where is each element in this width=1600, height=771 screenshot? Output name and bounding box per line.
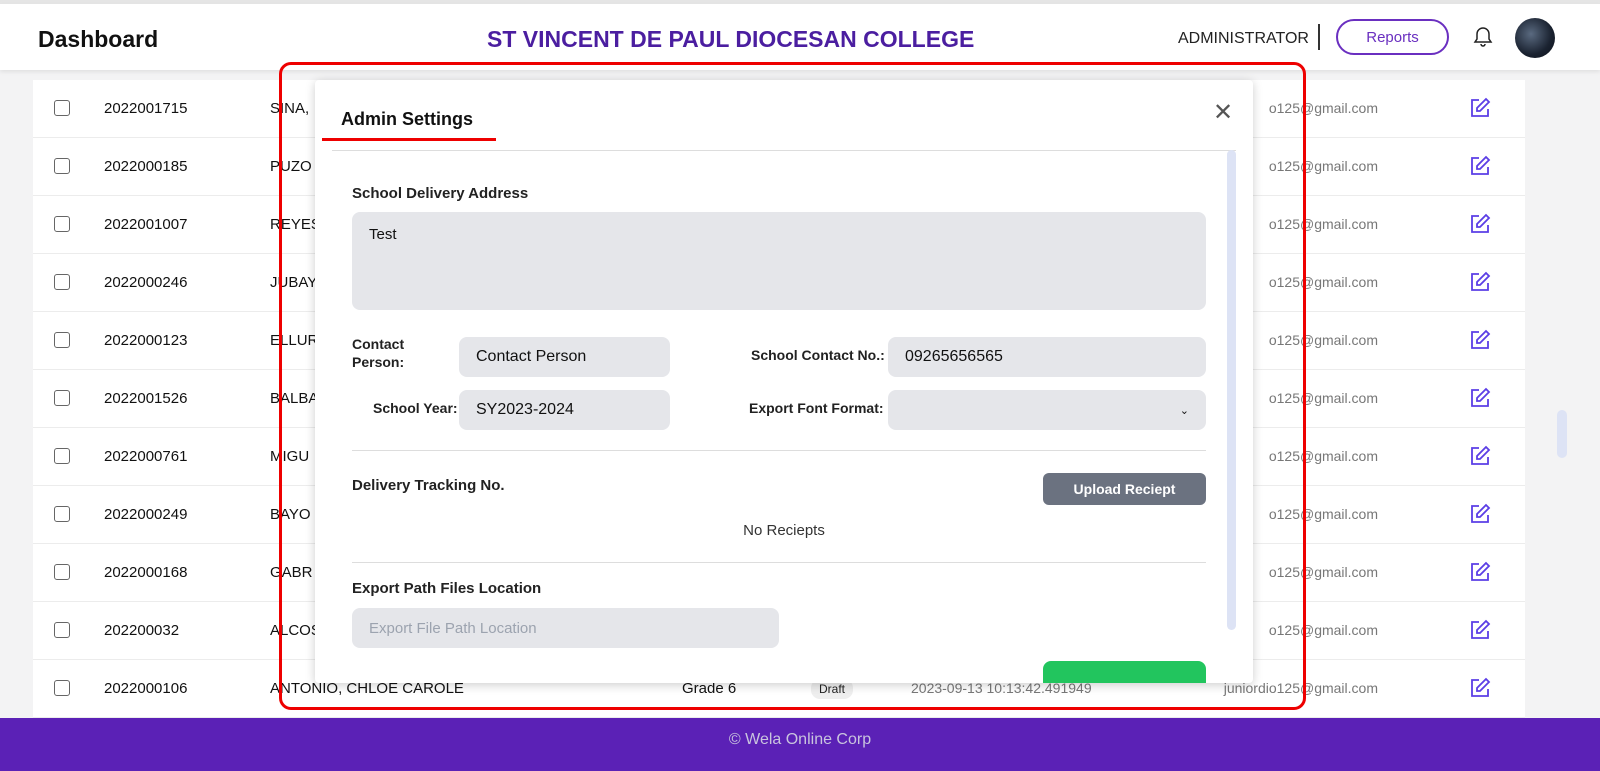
chevron-down-icon: ⌄	[1179, 404, 1189, 417]
student-id: 2022000185	[104, 158, 188, 175]
row-checkbox[interactable]	[54, 158, 70, 174]
row-checkbox[interactable]	[54, 216, 70, 232]
student-name: PUZO	[270, 158, 312, 175]
close-icon[interactable]: ✕	[1213, 98, 1233, 127]
student-id: 202200032	[104, 622, 180, 639]
row-checkbox[interactable]	[54, 100, 70, 116]
row-checkbox[interactable]	[54, 332, 70, 348]
student-name: MIGU	[270, 448, 310, 465]
student-id: 2022001715	[104, 100, 188, 117]
student-id: 2022000106	[104, 680, 188, 697]
row-checkbox[interactable]	[54, 274, 70, 290]
edit-icon[interactable]	[1469, 619, 1491, 641]
contact-no-label: School Contact No.:	[751, 347, 885, 363]
edit-icon[interactable]	[1469, 329, 1491, 351]
save-button[interactable]	[1043, 661, 1206, 683]
student-id: 2022000168	[104, 564, 188, 581]
user-role: ADMINISTRATOR	[1178, 30, 1309, 47]
export-path-input[interactable]: Export File Path Location	[352, 608, 779, 648]
contact-person-label: Contact Person:	[352, 336, 405, 370]
upload-receipt-button[interactable]: Upload Reciept	[1043, 473, 1206, 505]
divider	[332, 150, 1236, 151]
top-bar: Dashboard ST VINCENT DE PAUL DIOCESAN CO…	[0, 4, 1600, 70]
edit-icon[interactable]	[1469, 677, 1491, 699]
student-name: SINA,	[270, 100, 310, 117]
avatar[interactable]	[1515, 18, 1555, 58]
modal-title: Admin Settings	[341, 109, 474, 129]
address-input[interactable]: Test	[352, 212, 1206, 310]
student-name: ELLUR	[270, 332, 319, 349]
font-format-select[interactable]: ⌄	[888, 390, 1206, 430]
student-name: BAYO	[270, 506, 311, 523]
student-id: 2022000249	[104, 506, 188, 523]
row-checkbox[interactable]	[54, 622, 70, 638]
row-checkbox[interactable]	[54, 680, 70, 696]
student-id: 2022001526	[104, 390, 188, 407]
edit-icon[interactable]	[1469, 97, 1491, 119]
row-checkbox[interactable]	[54, 506, 70, 522]
school-year-input[interactable]: SY2023-2024	[459, 390, 670, 430]
contact-no-input[interactable]: 09265656565	[888, 337, 1206, 377]
row-checkbox[interactable]	[54, 448, 70, 464]
edit-icon[interactable]	[1469, 271, 1491, 293]
contact-person-input[interactable]: Contact Person	[459, 337, 670, 377]
student-name: BALBA	[270, 390, 319, 407]
row-checkbox[interactable]	[54, 564, 70, 580]
tracking-label: Delivery Tracking No.	[352, 477, 505, 494]
bell-icon[interactable]	[1473, 26, 1493, 48]
title-underline	[322, 138, 496, 141]
student-id: 2022000123	[104, 332, 188, 349]
page-title: Dashboard	[38, 26, 159, 52]
divider	[352, 450, 1206, 451]
no-receipts-text: No Reciepts	[743, 522, 825, 539]
address-label: School Delivery Address	[352, 185, 529, 202]
row-checkbox[interactable]	[54, 390, 70, 406]
student-id: 2022001007	[104, 216, 188, 233]
footer: © Wela Online Corp	[0, 718, 1600, 771]
student-name: GABR	[270, 564, 313, 581]
export-path-label: Export Path Files Location	[352, 580, 542, 597]
page-scrollbar[interactable]	[1557, 410, 1567, 458]
school-year-label: School Year:	[373, 400, 458, 416]
edit-icon[interactable]	[1469, 155, 1491, 177]
admin-settings-modal: Admin Settings ✕ School Delivery Address…	[315, 80, 1253, 683]
student-id: 2022000761	[104, 448, 188, 465]
student-name: REYES	[270, 216, 321, 233]
reports-button[interactable]: Reports	[1336, 19, 1449, 55]
edit-icon[interactable]	[1469, 561, 1491, 583]
edit-icon[interactable]	[1469, 387, 1491, 409]
edit-icon[interactable]	[1469, 213, 1491, 235]
edit-icon[interactable]	[1469, 445, 1491, 467]
edit-icon[interactable]	[1469, 503, 1491, 525]
font-format-label: Export Font Format:	[749, 400, 884, 416]
student-id: 2022000246	[104, 274, 188, 291]
school-name: ST VINCENT DE PAUL DIOCESAN COLLEGE	[487, 26, 975, 52]
divider	[352, 562, 1206, 563]
student-name: JUBAY	[270, 274, 318, 291]
student-name: ALCOS	[270, 622, 321, 639]
modal-scrollbar[interactable]	[1227, 150, 1236, 630]
divider	[1318, 24, 1320, 50]
